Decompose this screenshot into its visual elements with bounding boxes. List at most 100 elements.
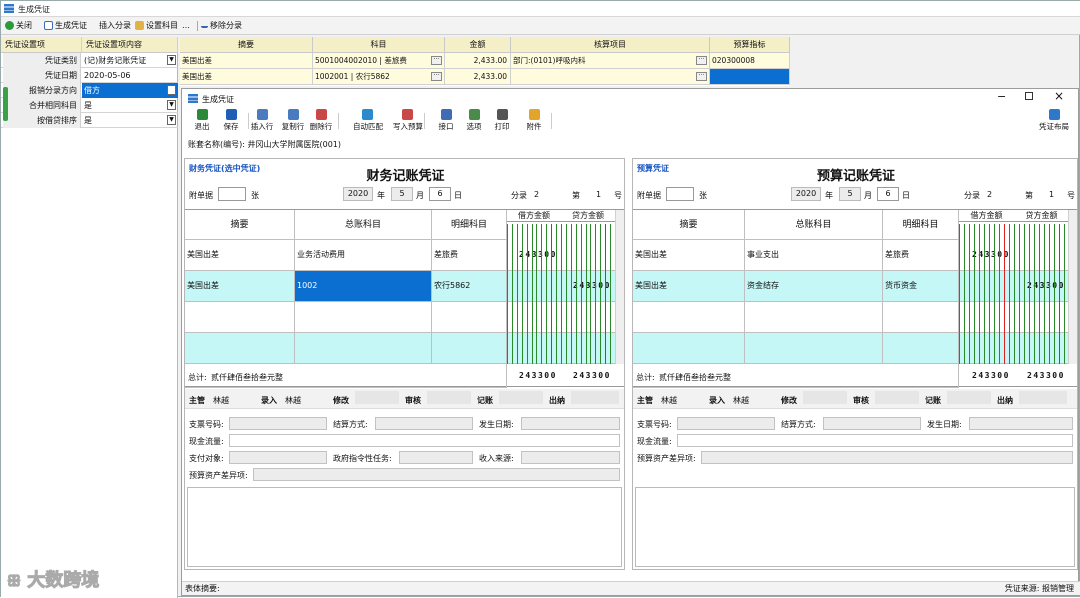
cell-summary[interactable]: 美国出差 (185, 271, 295, 302)
grid-cell-subject[interactable]: 5001004002010 | 差旅费 (313, 53, 445, 69)
maximize-icon[interactable] (1025, 92, 1033, 100)
setting-value[interactable]: (记)财务记账凭证 ▼ (82, 53, 178, 68)
grid-cell-amount[interactable]: 2,433.00 (445, 53, 511, 69)
cell-detail[interactable] (883, 333, 959, 364)
sign-field[interactable] (875, 391, 919, 404)
ellipsis-button[interactable]: ··· (696, 56, 707, 65)
cell-summary[interactable] (185, 302, 295, 333)
payee-input[interactable] (229, 451, 327, 464)
toolbar-save-button[interactable]: 保存 (217, 109, 245, 135)
setting-value[interactable]: 是 ▼ (82, 113, 178, 128)
income-source-input[interactable] (521, 451, 620, 464)
table-scrollbar[interactable] (615, 210, 624, 364)
cell-main[interactable] (745, 302, 883, 333)
cashflow-input[interactable] (677, 434, 1073, 447)
toolbar-copy-row-button[interactable]: 复制行 (279, 109, 307, 135)
settle-method-input[interactable] (823, 417, 921, 430)
cell-main[interactable]: 事业支出 (745, 240, 883, 271)
generate-voucher-button[interactable]: 生成凭证 (44, 19, 87, 33)
cell-detail[interactable] (883, 302, 959, 333)
close-button[interactable]: 关闭 (5, 19, 32, 33)
sign-field[interactable] (947, 391, 991, 404)
cell-summary[interactable]: 美国出差 (633, 271, 745, 302)
occur-date-input[interactable] (969, 417, 1073, 430)
occur-date-input[interactable] (521, 417, 620, 430)
attach-count-input[interactable] (218, 187, 246, 201)
attach-count-input[interactable] (666, 187, 694, 201)
toolbar-exit-button[interactable]: 退出 (188, 109, 216, 135)
toolbar-interface-button[interactable]: 接口 (432, 109, 460, 135)
cell-summary[interactable]: 美国出差 (633, 240, 745, 271)
insert-entry-button[interactable]: 插入分录 (99, 19, 131, 33)
chevron-down-icon[interactable]: ▼ (167, 115, 176, 125)
day-field[interactable]: 6 (429, 187, 451, 201)
cell-summary[interactable] (633, 333, 745, 364)
grid-cell-summary[interactable]: 美国出差 (180, 69, 313, 85)
day-field[interactable]: 6 (877, 187, 899, 201)
check-no-input[interactable] (677, 417, 775, 430)
ellipsis-button[interactable]: ··· (696, 72, 707, 81)
cell-detail[interactable]: 货币资金 (883, 271, 959, 302)
grid-cell-item[interactable] (511, 69, 710, 85)
ellipsis-button[interactable]: ··· (431, 72, 442, 81)
grid-cell-budget[interactable]: 020300008 (710, 53, 790, 69)
toolbar-insert-row-button[interactable]: 插入行 (248, 109, 276, 135)
minimize-icon[interactable]: − (997, 90, 1006, 103)
setting-value[interactable]: 是 ▼ (82, 98, 178, 113)
more-button[interactable]: … (182, 19, 190, 33)
cell-summary[interactable]: 美国出差 (185, 240, 295, 271)
cell-detail[interactable] (432, 302, 507, 333)
cell-detail[interactable]: 农行5862 (432, 271, 507, 302)
chevron-down-icon[interactable]: ▼ (167, 85, 176, 95)
cell-main[interactable]: 1002 (295, 271, 432, 302)
year-field[interactable]: 2020 (343, 187, 373, 201)
cell-summary[interactable] (185, 333, 295, 364)
remark-area[interactable] (187, 487, 622, 567)
chevron-down-icon[interactable]: ▼ (167, 100, 176, 110)
sign-field[interactable] (427, 391, 471, 404)
budget-diff-input[interactable] (253, 468, 620, 481)
month-field[interactable]: 5 (839, 187, 861, 201)
table-scrollbar[interactable] (1068, 210, 1077, 364)
check-no-input[interactable] (229, 417, 327, 430)
grid-cell-summary[interactable]: 美国出差 (180, 53, 313, 69)
grid-cell-amount[interactable]: 2,433.00 (445, 69, 511, 85)
cell-main[interactable] (295, 333, 432, 364)
remove-entry-button[interactable]: 移除分录 (201, 19, 242, 33)
sign-field[interactable] (499, 391, 543, 404)
month-field[interactable]: 5 (391, 187, 413, 201)
sign-field[interactable] (571, 391, 619, 404)
toolbar-write-budget-button[interactable]: 写入预算 (393, 109, 423, 135)
toolbar-print-button[interactable]: 打印 (488, 109, 516, 135)
sign-field[interactable] (1019, 391, 1067, 404)
set-subject-button[interactable]: 设置科目 (135, 19, 178, 33)
grid-cell-budget[interactable] (710, 69, 790, 85)
budget-diff-input[interactable] (701, 451, 1073, 464)
toolbar-auto-match-button[interactable]: 自动匹配 (353, 109, 383, 135)
sign-field[interactable] (355, 391, 399, 404)
remark-area[interactable] (635, 487, 1075, 567)
toolbar-attachment-button[interactable]: 附件 (520, 109, 548, 135)
toolbar-layout-button[interactable]: 凭证布局 (1034, 109, 1074, 135)
setting-value[interactable]: 2020-05-06 (82, 68, 178, 83)
setting-value[interactable]: 借方 ▼ (82, 83, 178, 98)
chevron-down-icon[interactable]: ▼ (167, 55, 176, 65)
cell-detail[interactable]: 差旅费 (432, 240, 507, 271)
toolbar-delete-row-button[interactable]: 删除行 (307, 109, 335, 135)
grid-cell-item[interactable]: 部门:(0101)呼吸内科 (511, 53, 710, 69)
grid-cell-subject[interactable]: 1002001 | 农行5862 (313, 69, 445, 85)
settle-method-input[interactable] (375, 417, 473, 430)
cell-summary[interactable] (633, 302, 745, 333)
cell-main[interactable] (745, 333, 883, 364)
cell-main[interactable]: 业务活动费用 (295, 240, 432, 271)
cell-main[interactable] (295, 302, 432, 333)
year-field[interactable]: 2020 (791, 187, 821, 201)
gov-task-input[interactable] (399, 451, 473, 464)
sign-field[interactable] (803, 391, 847, 404)
cell-main[interactable]: 资金结存 (745, 271, 883, 302)
toolbar-options-button[interactable]: 选项 (460, 109, 488, 135)
close-x-icon[interactable]: × (1054, 89, 1064, 103)
cell-detail[interactable] (432, 333, 507, 364)
cashflow-input[interactable] (229, 434, 620, 447)
cell-detail[interactable]: 差旅费 (883, 240, 959, 271)
